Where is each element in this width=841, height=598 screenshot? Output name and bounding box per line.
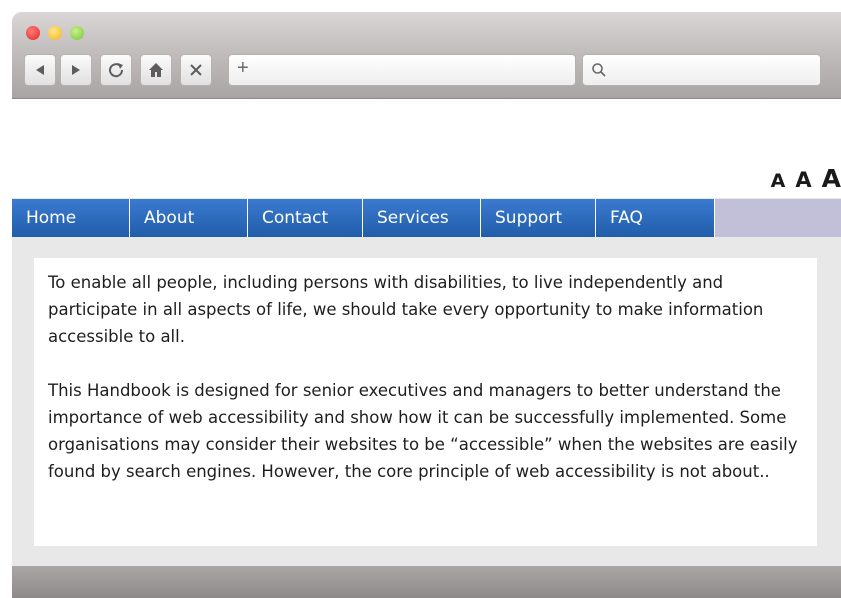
stop-button[interactable] bbox=[180, 54, 212, 86]
nav-item-faq[interactable]: FAQ bbox=[596, 199, 715, 237]
home-button[interactable] bbox=[140, 54, 172, 86]
close-window-button[interactable] bbox=[26, 26, 40, 40]
page-header: A A A bbox=[12, 99, 841, 198]
text-size-large-button[interactable]: A bbox=[822, 164, 841, 193]
home-icon bbox=[149, 63, 163, 77]
main-nav: Home About Contact Services Support FAQ bbox=[12, 199, 841, 237]
forward-button[interactable] bbox=[60, 54, 92, 86]
reload-button[interactable] bbox=[100, 54, 132, 86]
browser-toolbar: + bbox=[12, 12, 841, 99]
nav-item-contact[interactable]: Contact bbox=[248, 199, 363, 237]
search-box[interactable] bbox=[582, 54, 821, 86]
intro-paragraph: To enable all people, including persons … bbox=[48, 273, 764, 346]
stop-icon bbox=[190, 64, 202, 76]
text-size-medium-button[interactable]: A bbox=[795, 168, 811, 192]
text-size-small-button[interactable]: A bbox=[771, 170, 786, 192]
address-bar[interactable]: + bbox=[228, 54, 576, 86]
status-bar bbox=[12, 566, 841, 598]
reload-icon bbox=[109, 63, 124, 78]
back-button[interactable] bbox=[24, 54, 56, 86]
nav-item-about[interactable]: About bbox=[130, 199, 248, 237]
search-icon bbox=[592, 63, 606, 77]
text-size-controls: A A A bbox=[771, 164, 841, 193]
nav-item-services[interactable]: Services bbox=[363, 199, 481, 237]
minimize-window-button[interactable] bbox=[48, 26, 62, 40]
browser-window: + A A A Home About Contact Services Supp… bbox=[12, 12, 841, 598]
forward-icon bbox=[72, 65, 80, 75]
plus-icon[interactable]: + bbox=[237, 57, 249, 80]
back-icon bbox=[36, 65, 44, 75]
nav-item-support[interactable]: Support bbox=[481, 199, 596, 237]
zoom-window-button[interactable] bbox=[70, 26, 84, 40]
nav-item-home[interactable]: Home bbox=[12, 199, 130, 237]
main-content: To enable all people, including persons … bbox=[34, 258, 817, 546]
handbook-paragraph: This Handbook is designed for senior exe… bbox=[48, 381, 798, 481]
